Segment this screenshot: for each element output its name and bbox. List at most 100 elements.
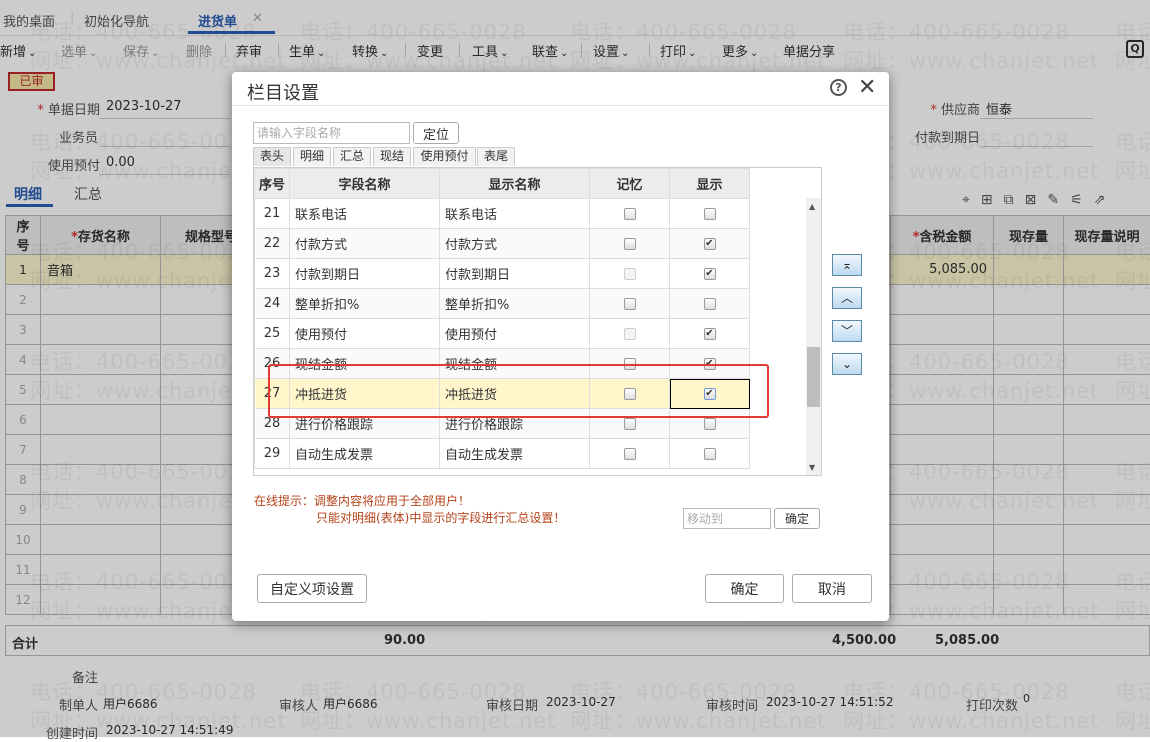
help-icon[interactable]: ? bbox=[830, 79, 847, 96]
grid-display-name[interactable]: 整单折扣% bbox=[440, 289, 590, 319]
show-cell: ✔ bbox=[670, 349, 750, 379]
show-checkbox[interactable]: ✔ bbox=[704, 358, 716, 370]
show-checkbox[interactable]: ✔ bbox=[704, 388, 716, 400]
dialog-tab[interactable]: 表尾 bbox=[477, 147, 515, 166]
grid-row-no: 21 bbox=[255, 199, 290, 229]
memory-checkbox[interactable] bbox=[624, 388, 636, 400]
move-bottom-button[interactable]: ⌄ bbox=[832, 353, 862, 375]
memory-checkbox bbox=[624, 268, 636, 280]
move-to-confirm-button[interactable]: 确定 bbox=[774, 508, 820, 529]
grid-display-name[interactable]: 使用预付 bbox=[440, 319, 590, 349]
show-checkbox[interactable] bbox=[704, 208, 716, 220]
memory-cell bbox=[590, 379, 670, 409]
memory-cell bbox=[590, 319, 670, 349]
grid-display-name[interactable]: 联系电话 bbox=[440, 199, 590, 229]
cancel-button[interactable]: 取消 bbox=[792, 574, 872, 603]
scroll-thumb[interactable] bbox=[807, 347, 820, 407]
memory-cell bbox=[590, 229, 670, 259]
column-grid: 序号 字段名称 显示名称 记忆 显示 21联系电话联系电话22付款方式付款方式✔… bbox=[253, 167, 822, 476]
dialog-title: 栏目设置 bbox=[247, 79, 319, 105]
dialog-tab[interactable]: 使用预付 bbox=[413, 147, 476, 166]
scroll-up-arrow-icon[interactable]: ▲ bbox=[809, 202, 815, 211]
memory-cell bbox=[590, 439, 670, 469]
show-cell: ✔ bbox=[670, 259, 750, 289]
grid-row-no: 28 bbox=[255, 409, 290, 439]
show-cell bbox=[670, 439, 750, 469]
grid-header-row: 序号 字段名称 显示名称 记忆 显示 bbox=[255, 169, 750, 199]
field-search-input[interactable] bbox=[253, 122, 410, 144]
show-checkbox[interactable] bbox=[704, 448, 716, 460]
memory-checkbox[interactable] bbox=[624, 208, 636, 220]
scroll-down-arrow-icon[interactable]: ▼ bbox=[809, 463, 815, 472]
grid-field-name: 自动生成发票 bbox=[290, 439, 440, 469]
grid-row-no: 27 bbox=[255, 379, 290, 409]
show-checkbox[interactable]: ✔ bbox=[704, 268, 716, 280]
memory-cell bbox=[590, 349, 670, 379]
grid-field-name: 进行价格跟踪 bbox=[290, 409, 440, 439]
move-up-button[interactable]: ︿ bbox=[832, 287, 862, 309]
close-icon[interactable]: ✕ bbox=[858, 75, 876, 100]
grid-display-name[interactable]: 进行价格跟踪 bbox=[440, 409, 590, 439]
grid-col-no: 序号 bbox=[255, 169, 290, 199]
grid-row[interactable]: 21联系电话联系电话 bbox=[255, 199, 750, 229]
grid-row-no: 29 bbox=[255, 439, 290, 469]
grid-field-name: 冲抵进货 bbox=[290, 379, 440, 409]
move-to-input[interactable] bbox=[683, 508, 771, 529]
show-cell: ✔ bbox=[670, 319, 750, 349]
hint-line-2: 只能对明细(表体)中显示的字段进行汇总设置！ bbox=[316, 509, 565, 526]
dialog-tab[interactable]: 表头 bbox=[253, 147, 291, 166]
grid-col-show: 显示 bbox=[670, 169, 750, 199]
grid-row[interactable]: 27冲抵进货冲抵进货✔ bbox=[255, 379, 750, 409]
grid-display-name[interactable]: 付款方式 bbox=[440, 229, 590, 259]
memory-checkbox[interactable] bbox=[624, 238, 636, 250]
show-checkbox[interactable] bbox=[704, 298, 716, 310]
ok-button[interactable]: 确定 bbox=[705, 574, 784, 603]
grid-row-no: 24 bbox=[255, 289, 290, 319]
dialog-tab[interactable]: 明细 bbox=[293, 147, 331, 166]
memory-cell bbox=[590, 289, 670, 319]
memory-checkbox[interactable] bbox=[624, 298, 636, 310]
grid-display-name[interactable]: 自动生成发票 bbox=[440, 439, 590, 469]
grid-row[interactable]: 24整单折扣%整单折扣% bbox=[255, 289, 750, 319]
grid-row[interactable]: 28进行价格跟踪进行价格跟踪 bbox=[255, 409, 750, 439]
show-checkbox[interactable]: ✔ bbox=[704, 328, 716, 340]
move-top-button[interactable]: ⌅ bbox=[832, 254, 862, 276]
grid-row-no: 25 bbox=[255, 319, 290, 349]
grid-row[interactable]: 29自动生成发票自动生成发票 bbox=[255, 439, 750, 469]
grid-field-name: 使用预付 bbox=[290, 319, 440, 349]
show-cell: ✔ bbox=[670, 379, 750, 409]
show-checkbox[interactable]: ✔ bbox=[704, 238, 716, 250]
grid-col-display: 显示名称 bbox=[440, 169, 590, 199]
show-cell bbox=[670, 409, 750, 439]
memory-checkbox[interactable] bbox=[624, 358, 636, 370]
grid-field-name: 付款到期日 bbox=[290, 259, 440, 289]
show-cell bbox=[670, 199, 750, 229]
grid-row[interactable]: 26现结金额现结金额✔ bbox=[255, 349, 750, 379]
custom-items-button[interactable]: 自定义项设置 bbox=[257, 574, 367, 603]
locate-button[interactable]: 定位 bbox=[413, 122, 459, 144]
grid-scrollbar[interactable]: ▲ ▼ bbox=[806, 198, 821, 475]
grid-field-name: 付款方式 bbox=[290, 229, 440, 259]
dialog-header-divider bbox=[232, 105, 889, 106]
grid-row[interactable]: 22付款方式付款方式✔ bbox=[255, 229, 750, 259]
grid-col-memory: 记忆 bbox=[590, 169, 670, 199]
dialog-tab[interactable]: 现结 bbox=[373, 147, 411, 166]
grid-field-name: 整单折扣% bbox=[290, 289, 440, 319]
grid-row-no: 22 bbox=[255, 229, 290, 259]
grid-row-no: 26 bbox=[255, 349, 290, 379]
grid-display-name[interactable]: 冲抵进货 bbox=[440, 379, 590, 409]
show-checkbox[interactable] bbox=[704, 418, 716, 430]
grid-display-name[interactable]: 付款到期日 bbox=[440, 259, 590, 289]
memory-checkbox[interactable] bbox=[624, 418, 636, 430]
grid-row[interactable]: 23付款到期日付款到期日✔ bbox=[255, 259, 750, 289]
memory-checkbox bbox=[624, 328, 636, 340]
grid-display-name[interactable]: 现结金额 bbox=[440, 349, 590, 379]
show-cell: ✔ bbox=[670, 229, 750, 259]
memory-cell bbox=[590, 259, 670, 289]
grid-row-no: 23 bbox=[255, 259, 290, 289]
move-down-button[interactable]: ﹀ bbox=[832, 320, 862, 342]
dialog-tab[interactable]: 汇总 bbox=[333, 147, 371, 166]
memory-cell bbox=[590, 409, 670, 439]
grid-row[interactable]: 25使用预付使用预付✔ bbox=[255, 319, 750, 349]
memory-checkbox[interactable] bbox=[624, 448, 636, 460]
